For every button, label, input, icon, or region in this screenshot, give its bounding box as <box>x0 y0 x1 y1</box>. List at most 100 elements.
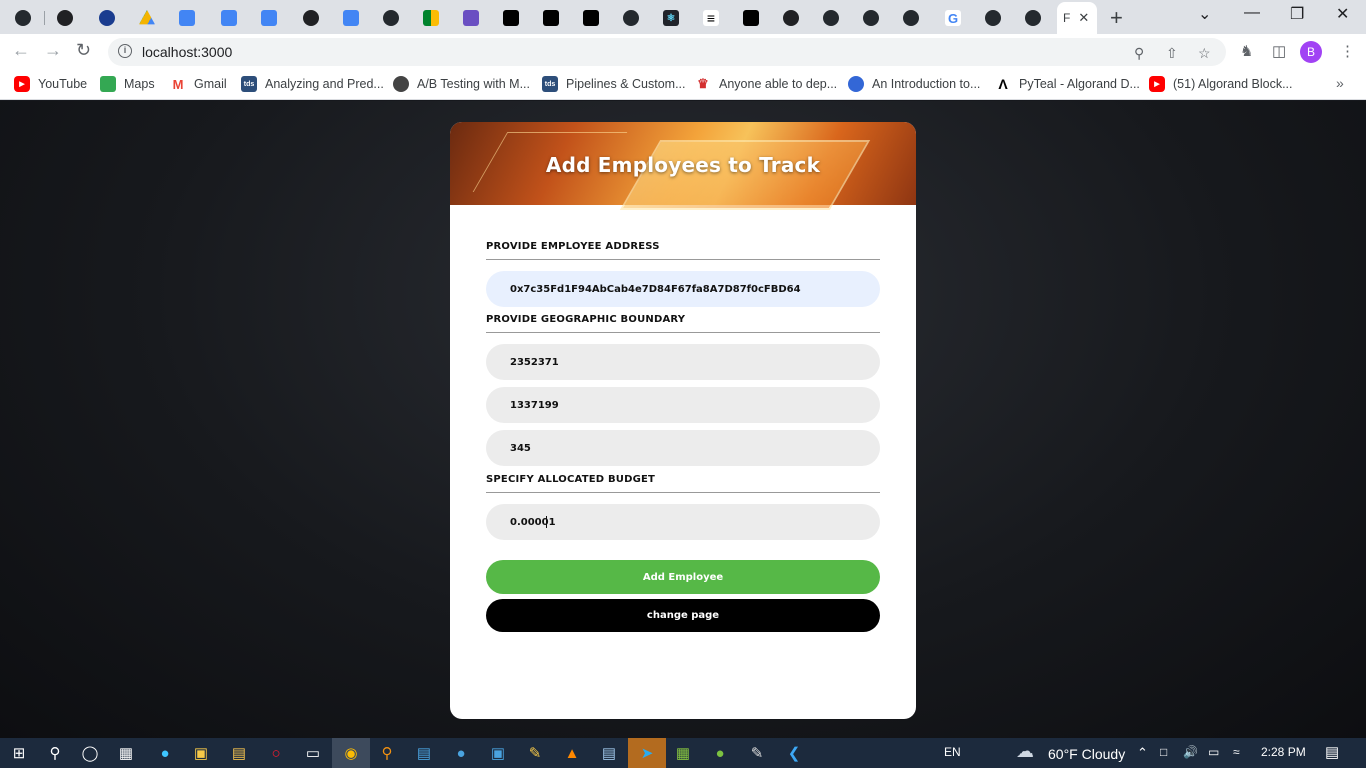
tab-chatgpt-2[interactable] <box>292 4 330 32</box>
github-icon <box>903 10 919 26</box>
bookmark-algorand-block[interactable]: ▶ (51) Algorand Block... <box>1149 76 1293 92</box>
notepad-icon[interactable]: ▭ <box>302 742 324 764</box>
tab-docs-3[interactable] <box>250 4 288 32</box>
notes-icon[interactable]: ✎ <box>524 742 546 764</box>
url-text[interactable]: localhost:3000 <box>142 44 232 60</box>
search-app-icon[interactable]: ⚲ <box>376 742 398 764</box>
menu-icon[interactable]: ⋮ <box>1340 42 1355 60</box>
boundary-longitude-input[interactable] <box>486 387 880 423</box>
boundary-radius-input[interactable] <box>486 430 880 466</box>
tab-chatgpt[interactable] <box>46 4 84 32</box>
employee-address-input[interactable] <box>486 271 880 307</box>
tab-meet[interactable] <box>412 4 450 32</box>
bookmark-maps[interactable]: Maps <box>100 76 155 92</box>
bookmark-gmail[interactable]: M Gmail <box>170 76 227 92</box>
telegram-icon[interactable]: ➤ <box>628 738 666 768</box>
app-icon[interactable]: ● <box>450 742 472 764</box>
terminal-icon[interactable]: ▦ <box>672 742 694 764</box>
profile-avatar[interactable]: B <box>1300 41 1322 63</box>
tab-chatgpt-3[interactable] <box>772 4 810 32</box>
close-window-icon[interactable]: ✕ <box>1336 4 1349 24</box>
tab-docs-1[interactable] <box>168 4 206 32</box>
weather-text[interactable]: 60°F Cloudy <box>1048 746 1125 762</box>
site-icon <box>848 76 864 92</box>
tab-github-8[interactable] <box>1014 4 1052 32</box>
tab-app[interactable] <box>452 4 490 32</box>
search-icon[interactable]: ⚲ <box>44 742 66 764</box>
tab-github-7[interactable] <box>974 4 1012 32</box>
extensions-icon[interactable]: ♞ <box>1240 42 1253 60</box>
remote-desktop-icon[interactable]: ▤ <box>598 742 620 764</box>
tab-medium-1[interactable] <box>492 4 530 32</box>
tab-react[interactable]: ⚛ <box>652 4 690 32</box>
forward-icon[interactable]: → <box>44 40 62 61</box>
cortana-icon[interactable]: ◯ <box>79 742 101 764</box>
add-employee-button[interactable]: Add Employee <box>486 560 880 594</box>
tab-drive[interactable] <box>128 4 166 32</box>
volume-icon[interactable]: 🔊 <box>1183 745 1198 759</box>
tab-medium-2[interactable] <box>532 4 570 32</box>
meet-now-icon[interactable]: □ <box>1160 745 1167 759</box>
tab-medium-4[interactable] <box>732 4 770 32</box>
bookmark-pipelines[interactable]: tds Pipelines & Custom... <box>542 76 686 92</box>
chrome-icon[interactable]: ◉ <box>332 738 370 768</box>
bookmark-youtube[interactable]: ▶ YouTube <box>14 76 87 92</box>
zoom-icon[interactable]: ⚲ <box>1134 45 1144 62</box>
tab-github-5[interactable] <box>852 4 890 32</box>
bookmark-pyteal[interactable]: Λ PyTeal - Algorand D... <box>995 76 1140 92</box>
bookmark-analyzing[interactable]: tds Analyzing and Pred... <box>241 76 384 92</box>
bookmark-label: Anyone able to dep... <box>719 77 838 91</box>
bookmark-label: (51) Algorand Block... <box>1173 77 1293 91</box>
tab-google[interactable]: G <box>934 4 972 32</box>
wifi-icon[interactable]: ≈ <box>1233 745 1240 759</box>
openai-icon <box>303 10 319 26</box>
new-tab-button[interactable]: + <box>1110 5 1123 31</box>
bookmark-introduction[interactable]: An Introduction to... <box>848 76 980 92</box>
task-view-icon[interactable]: ▦ <box>115 742 137 764</box>
minimize-icon[interactable]: — <box>1244 4 1260 22</box>
close-tab-icon[interactable]: ✕ <box>1078 10 1089 26</box>
vscode-icon[interactable]: ❮ <box>783 742 805 764</box>
more-bookmarks-icon[interactable]: » <box>1336 75 1344 91</box>
tab-active[interactable]: F ✕ <box>1057 2 1097 34</box>
side-panel-icon[interactable]: ◫ <box>1272 42 1286 60</box>
tab-search-icon[interactable]: ⌄ <box>1198 4 1211 24</box>
store-icon[interactable]: ▣ <box>190 742 212 764</box>
notification-icon[interactable]: ▤ <box>1325 743 1339 761</box>
tab-github[interactable] <box>4 4 42 32</box>
edge-icon[interactable]: ● <box>154 742 176 764</box>
tab-docs-2[interactable] <box>210 4 248 32</box>
language-indicator[interactable]: EN <box>944 745 961 759</box>
paint-icon[interactable]: ✎ <box>746 742 768 764</box>
window-app-icon[interactable]: ▤ <box>413 742 435 764</box>
vlc-icon[interactable]: ▲ <box>561 742 583 764</box>
tab-algorand[interactable]: ≡ <box>692 4 730 32</box>
bookmark-star-icon[interactable]: ☆ <box>1198 45 1211 62</box>
file-explorer-icon[interactable]: ▤ <box>228 742 250 764</box>
tab-github-3[interactable] <box>612 4 650 32</box>
chevron-up-icon[interactable]: ⌃ <box>1137 745 1148 761</box>
tab-github-6[interactable] <box>892 4 930 32</box>
opera-icon[interactable]: ○ <box>265 742 287 764</box>
boundary-latitude-input[interactable] <box>486 344 880 380</box>
tab-docs-4[interactable] <box>332 4 370 32</box>
share-icon[interactable]: ⇧ <box>1166 45 1178 62</box>
bookmark-ab-testing[interactable]: A/B Testing with M... <box>393 76 530 92</box>
tab-github-4[interactable] <box>812 4 850 32</box>
windows-start-icon[interactable]: ⊞ <box>8 742 30 764</box>
bookmark-anyone[interactable]: ♛ Anyone able to dep... <box>695 76 837 92</box>
change-page-button[interactable]: change page <box>486 599 880 632</box>
tab-chart[interactable] <box>88 4 126 32</box>
bookmark-label: PyTeal - Algorand D... <box>1019 77 1140 91</box>
site-info-icon[interactable]: i <box>118 44 132 58</box>
restore-icon[interactable]: ❐ <box>1290 4 1304 24</box>
battery-icon[interactable]: ▭ <box>1208 745 1219 759</box>
photos-icon[interactable]: ▣ <box>487 742 509 764</box>
address-bar[interactable]: i localhost:3000 ⚲ ⇧ ☆ <box>108 38 1226 66</box>
back-icon[interactable]: ← <box>12 40 30 61</box>
clock-time[interactable]: 2:28 PM <box>1261 745 1306 759</box>
utorrent-icon[interactable]: ● <box>709 742 731 764</box>
reload-icon[interactable]: ↻ <box>76 40 91 61</box>
tab-medium-3[interactable] <box>572 4 610 32</box>
tab-github-2[interactable] <box>372 4 410 32</box>
